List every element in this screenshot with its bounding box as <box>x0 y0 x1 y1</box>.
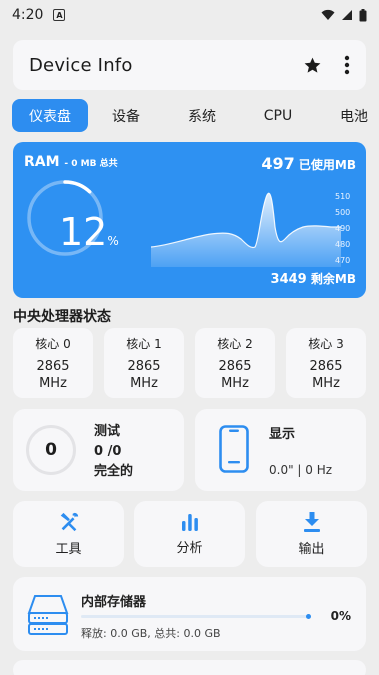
bar-chart-icon <box>181 514 198 531</box>
ram-history-chart <box>151 192 341 267</box>
test-count-circle: 0 <box>26 425 76 475</box>
storage-progress-bar <box>81 614 311 619</box>
storage-percent: 0% <box>330 609 351 623</box>
ram-percent: 12% <box>59 210 119 254</box>
tools-label: 工具 <box>55 542 82 557</box>
test-status: 完全的 <box>94 464 134 479</box>
storage-free-total: 释放: 0.0 GB, 总共: 0.0 GB <box>81 627 221 640</box>
test-title: 测试 <box>94 424 121 439</box>
ram-used-label: 已使用MB <box>298 158 356 172</box>
y-tick: 480 <box>335 240 351 249</box>
core-freq: 2865 <box>36 359 70 374</box>
core-unit: MHz <box>130 376 158 391</box>
ram-used: 497 已使用MB <box>261 154 356 173</box>
tab-device[interactable]: 设备 <box>88 99 164 132</box>
core-card-3[interactable]: 核心 3 2865 MHz <box>286 328 366 398</box>
core-card-0[interactable]: 核心 0 2865 MHz <box>13 328 93 398</box>
app-bar-actions <box>303 55 350 75</box>
phone-icon <box>219 425 249 473</box>
core-freq: 2865 <box>309 359 343 374</box>
display-title: 显示 <box>269 427 296 442</box>
storage-drive-icon <box>27 595 69 635</box>
core-unit: MHz <box>39 376 67 391</box>
status-bar: 4:20 A <box>0 0 379 30</box>
ram-remaining-value: 3449 <box>270 272 307 287</box>
export-button[interactable]: 输出 <box>256 501 367 567</box>
status-icons <box>321 8 367 22</box>
core-name: 核心 1 <box>126 337 162 351</box>
ram-remaining: 3449 剩余MB <box>271 270 356 287</box>
tools-button[interactable]: 工具 <box>13 501 124 567</box>
analyze-button[interactable]: 分析 <box>134 501 245 567</box>
export-label: 输出 <box>298 542 325 557</box>
ram-percent-value: 12 <box>59 210 108 254</box>
analyze-label: 分析 <box>176 541 203 556</box>
internal-storage-card[interactable]: 内部存储器 释放: 0.0 GB, 总共: 0.0 GB 0% <box>13 577 366 651</box>
ram-total: - 0 MB 总共 <box>64 159 118 169</box>
app-title: Device Info <box>29 54 133 76</box>
ram-percent-unit: % <box>107 234 119 248</box>
more-vert-icon[interactable] <box>344 55 350 75</box>
core-card-2[interactable]: 核心 2 2865 MHz <box>195 328 275 398</box>
core-name: 核心 0 <box>35 337 71 351</box>
core-freq: 2865 <box>127 359 161 374</box>
test-card[interactable]: 0 测试 0 /0 完全的 <box>13 409 184 491</box>
tab-system[interactable]: 系统 <box>164 99 240 132</box>
test-progress: 0 /0 <box>94 444 122 459</box>
y-tick: 490 <box>335 224 351 233</box>
tab-bar: 仪表盘 设备 系统 CPU 电池 <box>12 99 379 132</box>
core-name: 核心 3 <box>308 337 344 351</box>
ram-title: RAM - 0 MB 总共 <box>24 154 118 170</box>
core-unit: MHz <box>221 376 249 391</box>
status-time: 4:20 <box>12 7 44 23</box>
tab-cpu[interactable]: CPU <box>240 99 316 132</box>
wifi-icon <box>321 9 335 20</box>
core-card-1[interactable]: 核心 1 2865 MHz <box>104 328 184 398</box>
app-bar: Device Info <box>13 40 366 90</box>
ram-label: RAM <box>24 154 60 170</box>
y-tick: 510 <box>335 192 351 201</box>
cpu-section-title: 中央处理器状态 <box>13 309 111 325</box>
y-tick: 500 <box>335 208 351 217</box>
ram-card[interactable]: RAM - 0 MB 总共 497 已使用MB 12% 510 500 490 … <box>13 142 366 298</box>
ram-history-area <box>151 193 341 267</box>
tools-icon <box>60 512 78 532</box>
ram-y-axis: 510 500 490 480 470 <box>335 190 361 266</box>
storage-progress-indicator <box>306 614 311 619</box>
download-icon <box>303 512 320 532</box>
storage-title: 内部存储器 <box>81 595 147 610</box>
y-tick: 470 <box>335 256 351 265</box>
core-freq: 2865 <box>218 359 252 374</box>
ram-remaining-label: 剩余MB <box>310 272 356 286</box>
battery-icon <box>359 8 367 21</box>
core-name: 核心 2 <box>217 337 253 351</box>
display-card[interactable]: 显示 0.0" | 0 Hz <box>195 409 366 491</box>
next-card-peek <box>13 660 366 675</box>
ram-used-value: 497 <box>261 154 295 173</box>
signal-icon <box>342 10 352 20</box>
notification-icon: A <box>53 9 66 21</box>
test-info: 测试 0 /0 完全的 <box>94 422 133 482</box>
display-value: 0.0" | 0 Hz <box>269 463 333 477</box>
core-unit: MHz <box>312 376 340 391</box>
star-icon[interactable] <box>303 56 322 75</box>
tab-dashboard[interactable]: 仪表盘 <box>12 99 88 132</box>
tab-battery[interactable]: 电池 <box>316 99 379 132</box>
